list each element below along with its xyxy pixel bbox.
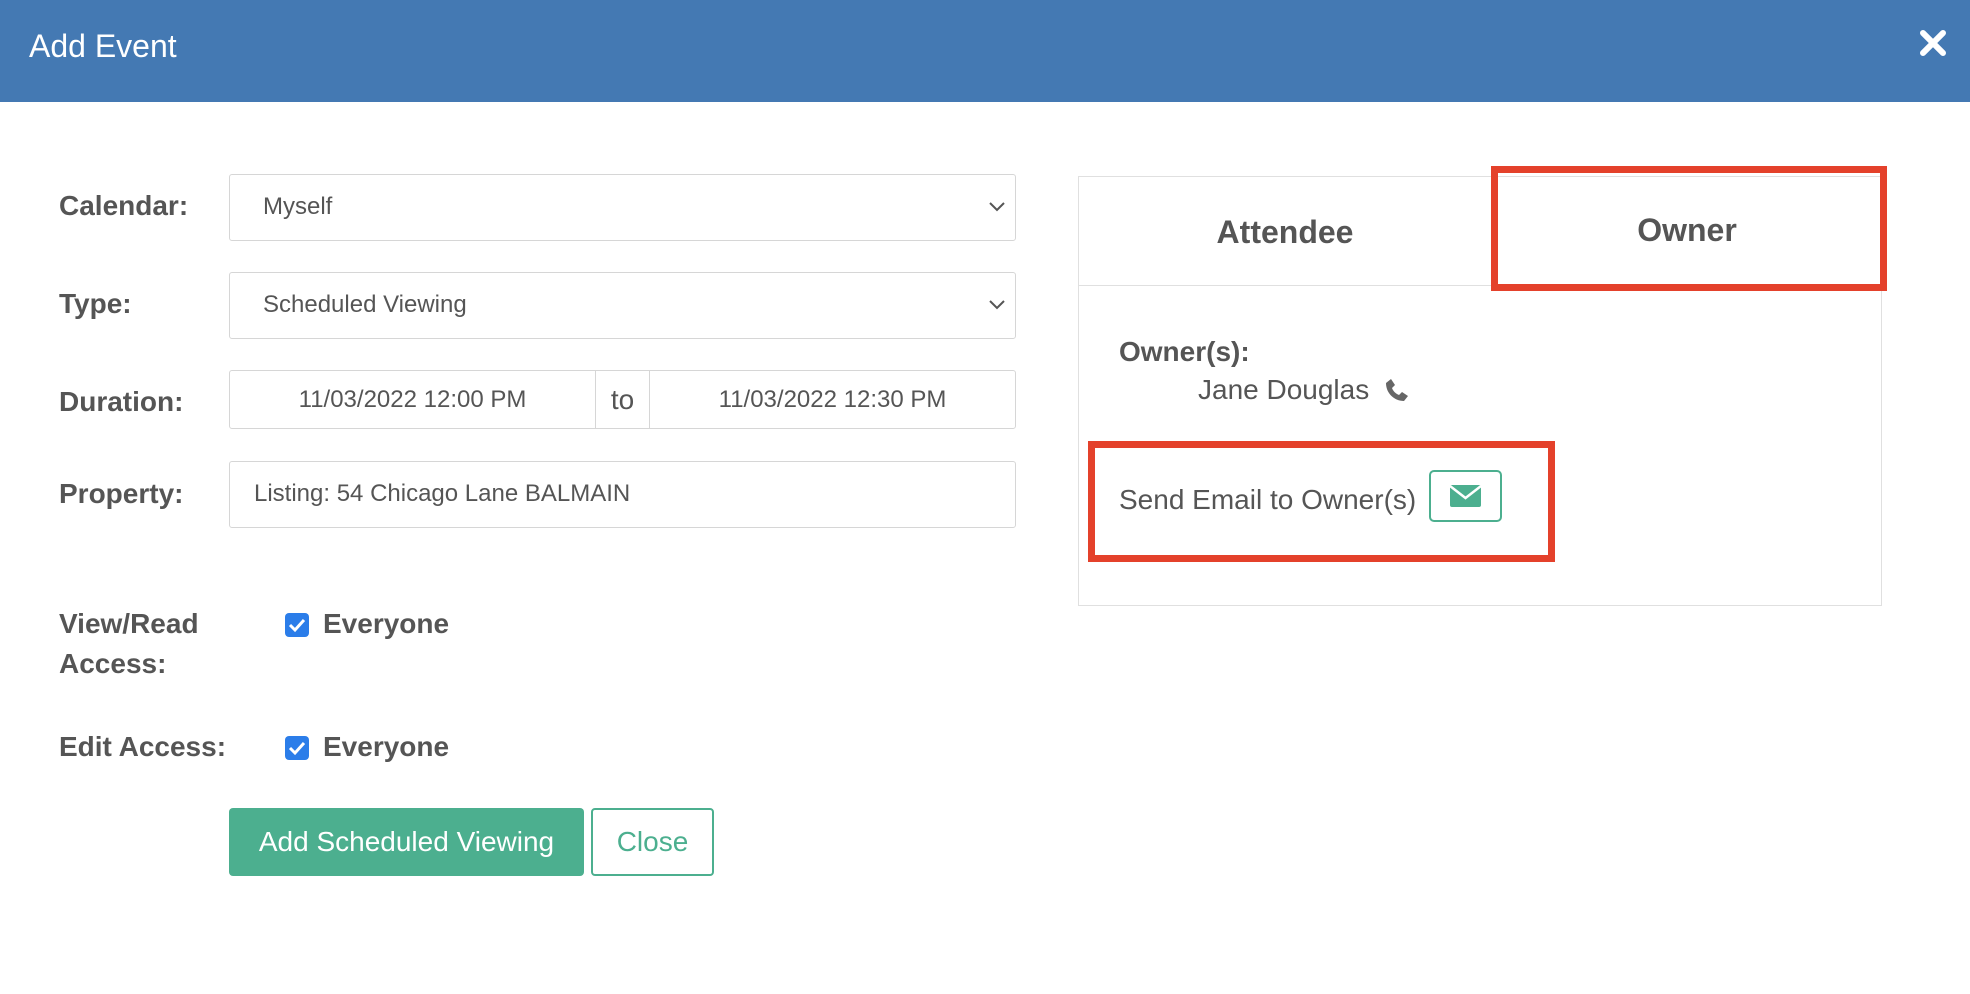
duration-start-input[interactable]: 11/03/2022 12:00 PM	[230, 371, 596, 428]
type-value: Scheduled Viewing	[263, 291, 467, 318]
tab-attendee[interactable]: Attendee	[1078, 214, 1492, 251]
property-value: Listing: 54 Chicago Lane BALMAIN	[254, 480, 631, 507]
checkmark-icon	[288, 618, 306, 633]
phone-icon[interactable]	[1380, 375, 1412, 407]
calendar-label: Calendar:	[59, 190, 189, 221]
owner-name: Jane Douglas	[1198, 374, 1370, 405]
add-scheduled-viewing-button[interactable]: Add Scheduled Viewing	[229, 808, 584, 876]
property-input[interactable]: Listing: 54 Chicago Lane BALMAIN	[229, 461, 1016, 528]
edit-access-label: Edit Access:	[59, 731, 227, 762]
modal-title: Add Event	[29, 28, 177, 64]
send-email-label: Send Email to Owner(s)	[1119, 484, 1417, 515]
type-select[interactable]: Scheduled Viewing	[229, 272, 1016, 339]
calendar-select[interactable]: Myself	[229, 174, 1016, 241]
type-label: Type:	[59, 288, 132, 319]
duration-group: 11/03/2022 12:00 PM to 11/03/2022 12:30 …	[229, 370, 1016, 429]
close-icon[interactable]	[1915, 25, 1951, 61]
edit-access-option: Everyone	[323, 731, 450, 762]
owners-label: Owner(s):	[1119, 336, 1250, 367]
property-label: Property:	[59, 478, 184, 509]
view-access-label-line2: Access:	[59, 648, 167, 679]
duration-end-input[interactable]: 11/03/2022 12:30 PM	[650, 371, 1015, 428]
duration-separator: to	[596, 371, 650, 428]
chevron-down-icon	[989, 299, 1005, 309]
checkmark-icon	[288, 741, 306, 756]
view-access-option: Everyone	[323, 608, 450, 639]
close-button[interactable]: Close	[591, 808, 714, 876]
view-access-checkbox[interactable]	[285, 613, 309, 637]
tab-divider	[1078, 285, 1492, 286]
edit-access-checkbox[interactable]	[285, 736, 309, 760]
duration-label: Duration:	[59, 386, 184, 417]
modal-header: Add Event	[0, 0, 1970, 102]
tab-owner[interactable]: Owner	[1492, 212, 1882, 249]
send-email-button[interactable]	[1429, 470, 1502, 522]
view-access-label-line1: View/Read	[59, 608, 199, 639]
envelope-icon	[1449, 485, 1482, 507]
chevron-down-icon	[989, 201, 1005, 211]
calendar-value: Myself	[263, 193, 333, 220]
